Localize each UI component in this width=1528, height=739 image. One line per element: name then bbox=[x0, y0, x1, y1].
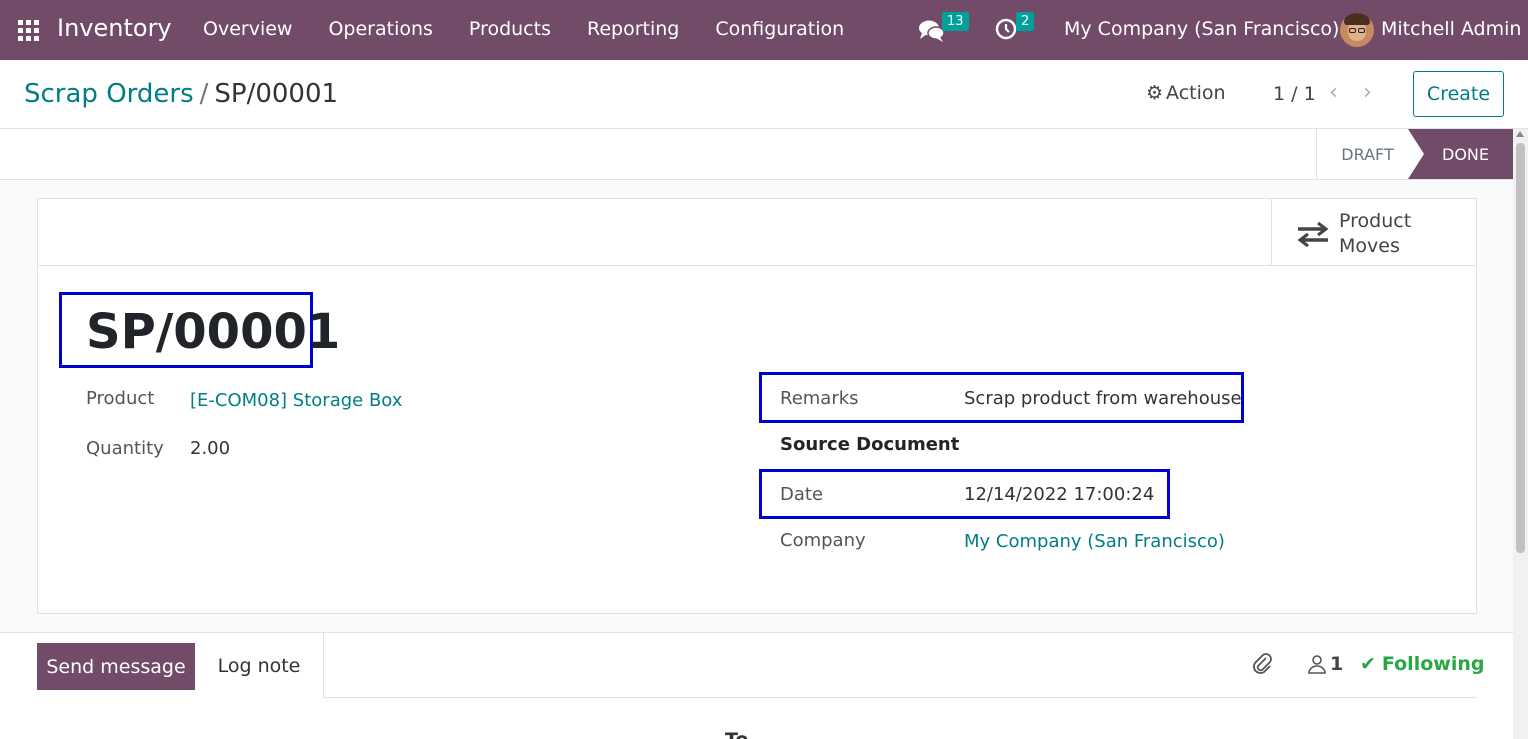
product-moves-button[interactable]: Product Moves bbox=[1271, 199, 1476, 265]
user-icon bbox=[1308, 655, 1326, 674]
date-label: Date bbox=[780, 484, 824, 505]
main-menu: Overview Operations Products Reporting C… bbox=[203, 18, 880, 40]
company-label: Company bbox=[780, 530, 866, 551]
record-title: SP/00001 bbox=[86, 304, 341, 360]
followers-count: 1 bbox=[1330, 653, 1344, 675]
product-label: Product bbox=[86, 388, 155, 409]
apps-menu-icon[interactable] bbox=[18, 20, 39, 41]
followers-button[interactable]: 1 bbox=[1307, 653, 1343, 675]
activities-count-badge: 2 bbox=[1016, 12, 1035, 31]
company-value[interactable]: My Company (San Francisco) bbox=[964, 531, 1225, 552]
stage-done[interactable]: DONE bbox=[1408, 129, 1513, 179]
chevron-right-icon[interactable]: › bbox=[1363, 80, 1372, 105]
quantity-label: Quantity bbox=[86, 438, 164, 459]
date-value: 12/14/2022 17:00:24 bbox=[964, 484, 1155, 505]
log-note-button[interactable]: Log note bbox=[195, 633, 324, 698]
form-sheet: Product Moves SP/00001 Product [E-COM08]… bbox=[37, 198, 1477, 614]
breadcrumb-scrap-orders[interactable]: Scrap Orders bbox=[24, 79, 194, 109]
paperclip-icon[interactable] bbox=[1252, 653, 1274, 681]
breadcrumb: Scrap Orders / SP/00001 bbox=[24, 79, 338, 109]
menu-products[interactable]: Products bbox=[469, 18, 551, 40]
remarks-label: Remarks bbox=[780, 388, 859, 409]
check-icon: ✔ bbox=[1360, 653, 1376, 675]
exchange-arrows-icon bbox=[1296, 221, 1330, 251]
send-message-button[interactable]: Send message bbox=[37, 643, 195, 690]
create-button[interactable]: Create bbox=[1413, 71, 1504, 117]
smart-button-box: Product Moves bbox=[38, 199, 1476, 266]
chatter: Send message Log note 1 ✔ Following To bbox=[0, 632, 1513, 739]
company-switcher[interactable]: My Company (San Francisco) bbox=[1064, 18, 1339, 40]
menu-overview[interactable]: Overview bbox=[203, 18, 292, 40]
today-separator: To bbox=[725, 729, 749, 739]
menu-configuration[interactable]: Configuration bbox=[715, 18, 844, 40]
pager-value[interactable]: 1 / 1 bbox=[1273, 83, 1316, 105]
menu-reporting[interactable]: Reporting bbox=[587, 18, 679, 40]
following-label: Following bbox=[1381, 653, 1485, 675]
vertical-scrollbar[interactable] bbox=[1513, 129, 1528, 739]
menu-operations[interactable]: Operations bbox=[328, 18, 432, 40]
product-moves-label: Product Moves bbox=[1339, 210, 1412, 257]
messages-count-badge: 13 bbox=[942, 12, 969, 31]
control-panel: Scrap Orders / SP/00001 ⚙ Action 1 / 1 ‹ ›… bbox=[0, 60, 1528, 129]
action-menu[interactable]: ⚙ Action bbox=[1146, 82, 1226, 104]
activities-clock-icon[interactable] bbox=[995, 18, 1017, 44]
user-menu[interactable]: Mitchell Admin bbox=[1381, 18, 1521, 40]
top-navbar: Inventory Overview Operations Products R… bbox=[0, 0, 1528, 60]
user-avatar[interactable] bbox=[1340, 13, 1374, 47]
stage-draft[interactable]: DRAFT bbox=[1316, 129, 1418, 179]
action-label: Action bbox=[1166, 82, 1226, 104]
product-value[interactable]: [E-COM08] Storage Box bbox=[190, 390, 402, 411]
scrollbar-thumb[interactable] bbox=[1516, 143, 1525, 553]
remarks-value: Scrap product from warehouse bbox=[964, 388, 1242, 409]
breadcrumb-separator: / bbox=[199, 79, 209, 109]
chevron-left-icon[interactable]: ‹ bbox=[1329, 80, 1338, 105]
quantity-value: 2.00 bbox=[190, 438, 231, 459]
status-bar: DRAFT DONE bbox=[0, 129, 1513, 180]
app-name[interactable]: Inventory bbox=[57, 14, 172, 42]
following-button[interactable]: ✔ Following bbox=[1360, 653, 1484, 675]
source-document-label: Source Document bbox=[780, 434, 960, 455]
breadcrumb-current: SP/00001 bbox=[214, 79, 339, 109]
gear-icon: ⚙ bbox=[1146, 82, 1164, 104]
